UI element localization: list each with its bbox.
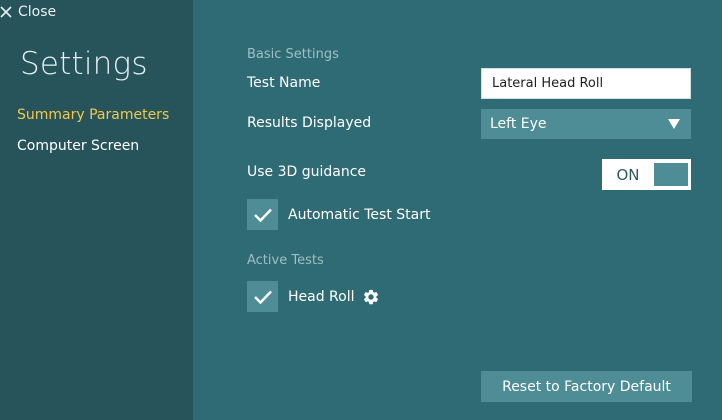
close-icon [0,6,12,18]
automatic-test-start-checkbox[interactable] [247,199,278,230]
sidebar: Close Settings Summary Parameters Comput… [0,0,193,420]
close-button[interactable]: Close [0,3,56,21]
close-label: Close [18,4,57,20]
gear-icon[interactable] [362,288,380,306]
use-3d-guidance-toggle[interactable]: ON [602,159,691,190]
checkmark-icon [253,208,272,222]
head-roll-label: Head Roll [288,288,355,305]
results-displayed-value: Left Eye [490,116,547,132]
page-title: Settings [20,46,148,82]
toggle-state-label: ON [616,165,640,184]
section-label-active-tests: Active Tests [247,253,324,268]
chevron-down-icon [668,119,680,129]
section-label-basic-settings: Basic Settings [247,47,339,62]
active-test-row: Head Roll [247,281,380,312]
test-name-input[interactable] [481,68,691,99]
sidebar-item-summary-parameters[interactable]: Summary Parameters [17,107,169,123]
settings-panel: Basic Settings Test Name Results Display… [193,0,722,420]
results-displayed-select[interactable]: Left Eye [481,109,691,139]
results-displayed-label: Results Displayed [247,115,372,131]
automatic-test-start-row: Automatic Test Start [247,199,430,230]
automatic-test-start-label: Automatic Test Start [288,206,431,223]
toggle-knob [654,163,688,186]
use-3d-guidance-label: Use 3D guidance [247,164,367,180]
reset-to-factory-default-button[interactable]: Reset to Factory Default [481,371,692,402]
test-name-label: Test Name [247,75,321,91]
sidebar-item-computer-screen[interactable]: Computer Screen [17,138,139,154]
head-roll-checkbox[interactable] [247,281,278,312]
checkmark-icon [253,290,272,304]
